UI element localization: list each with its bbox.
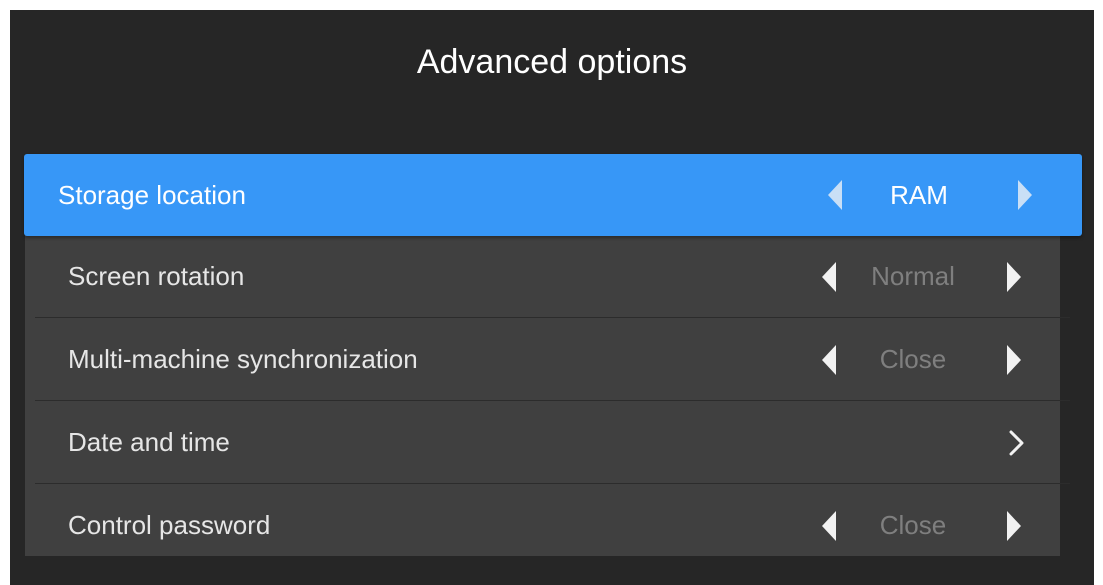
setting-value: RAM — [890, 179, 948, 210]
setting-label: Storage location — [58, 179, 246, 210]
setting-row-control-password[interactable]: Control password Close — [35, 485, 1070, 566]
triangle-right-icon[interactable] — [1007, 261, 1021, 292]
setting-value: Close — [879, 344, 947, 374]
triangle-right-icon[interactable] — [1007, 510, 1021, 541]
setting-label: Screen rotation — [68, 261, 245, 291]
triangle-right-icon[interactable] — [1018, 180, 1032, 210]
setting-value: Close — [879, 510, 947, 540]
triangle-right-icon[interactable] — [1007, 344, 1021, 375]
setting-label: Date and time — [68, 427, 230, 457]
setting-row-screen-rotation[interactable]: Screen rotation Normal — [35, 236, 1070, 318]
page-title: Advanced options — [416, 43, 688, 81]
setting-row-storage-location[interactable]: Storage location RAM — [24, 154, 1082, 236]
triangle-left-icon[interactable] — [828, 180, 842, 210]
setting-label: Control password — [68, 510, 271, 540]
setting-value: Normal — [871, 261, 955, 291]
triangle-left-icon[interactable] — [822, 261, 836, 292]
setting-row-date-and-time[interactable]: Date and time — [35, 402, 1070, 484]
triangle-left-icon[interactable] — [822, 510, 836, 541]
setting-row-multi-machine-synchronization[interactable]: Multi-machine synchronization Close — [35, 319, 1070, 401]
chevron-right-icon[interactable] — [1003, 430, 1029, 456]
setting-label: Multi-machine synchronization — [68, 344, 418, 374]
triangle-left-icon[interactable] — [822, 344, 836, 375]
